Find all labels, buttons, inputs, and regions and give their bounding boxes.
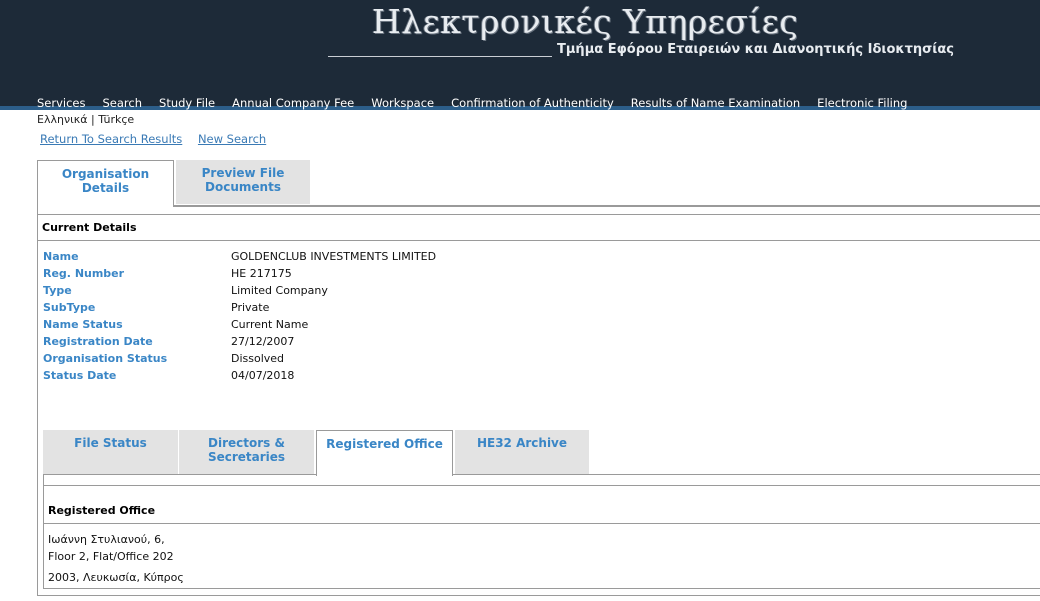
registered-office-title: Registered Office xyxy=(48,504,156,517)
tab-he32-label: HE32 Archive xyxy=(476,436,568,450)
tab-preview-file-documents[interactable]: Preview File Documents xyxy=(176,160,310,204)
value-organisation-status: Dissolved xyxy=(231,352,285,365)
tab-directors-label: Directors & Secretaries xyxy=(207,436,286,464)
value-name-status: Current Name xyxy=(231,318,309,331)
value-subtype: Private xyxy=(231,301,270,314)
tab-organisation-details-label: Organisation Details xyxy=(61,167,150,195)
return-to-search-link[interactable]: Return To Search Results xyxy=(40,132,182,146)
nav-name-results[interactable]: Results of Name Examination xyxy=(631,96,800,110)
site-title: Ηλεκτρονικές Υπηρεσίες xyxy=(372,2,799,41)
site-subtitle: Τμήμα Εφόρου Εταιρειών και Διανοητικής Ι… xyxy=(557,42,955,57)
label-subtype: SubType xyxy=(43,301,96,314)
value-reg-number: HE 217175 xyxy=(231,267,292,280)
office-top-rule xyxy=(43,485,1040,486)
current-details-rule xyxy=(37,240,1040,241)
tab-file-status-label: File Status xyxy=(74,436,147,450)
tab-he32-archive[interactable]: HE32 Archive xyxy=(455,430,589,474)
value-status-date: 04/07/2018 xyxy=(231,369,295,382)
nav-search[interactable]: Search xyxy=(103,96,143,110)
subtab-baseline-right xyxy=(452,474,1040,475)
site-header: Ηλεκτρονικές Υπηρεσίες Τμήμα Εφόρου Εται… xyxy=(0,0,1040,110)
label-status-date: Status Date xyxy=(43,369,117,382)
main-nav: Services Search Study File Annual Company F… xyxy=(37,96,924,110)
address-line-1: Ιωάννη Στυλιανού, 6, xyxy=(48,533,165,546)
tab-preview-label-2: Documents xyxy=(205,180,281,194)
nav-confirmation[interactable]: Confirmation of Authenticity xyxy=(451,96,614,110)
label-name: Name xyxy=(43,250,79,263)
nav-workspace[interactable]: Workspace xyxy=(371,96,434,110)
subtab-baseline-left xyxy=(43,474,316,475)
label-registration-date: Registration Date xyxy=(43,335,153,348)
office-title-rule xyxy=(43,523,1040,524)
nav-services[interactable]: Services xyxy=(37,96,86,110)
lang-greek[interactable]: Ελληνικά xyxy=(37,113,88,126)
tab-registered-office[interactable]: Registered Office xyxy=(316,430,453,476)
nav-annual-fee[interactable]: Annual Company Fee xyxy=(232,96,354,110)
details-top-rule xyxy=(37,214,1040,215)
language-switcher: Ελληνικά | Türkçe xyxy=(37,113,134,126)
label-name-status: Name Status xyxy=(43,318,123,331)
header-divider xyxy=(328,56,552,57)
lang-separator: | xyxy=(91,113,95,126)
tab-organisation-details[interactable]: Organisation Details xyxy=(37,160,174,207)
value-registration-date: 27/12/2007 xyxy=(231,335,295,348)
address-line-3: 2003, Λευκωσία, Κύπρος xyxy=(48,571,184,584)
value-name: GOLDENCLUB INVESTMENTS LIMITED xyxy=(231,250,437,263)
current-details-title: Current Details xyxy=(42,221,137,234)
address-line-2: Floor 2, Flat/Office 202 xyxy=(48,550,174,563)
nav-study-file[interactable]: Study File xyxy=(159,96,215,110)
lang-turkish[interactable]: Türkçe xyxy=(98,113,134,126)
tab-preview-label-1: Preview File xyxy=(201,166,285,180)
label-organisation-status: Organisation Status xyxy=(43,352,168,365)
label-type: Type xyxy=(43,284,72,297)
value-type: Limited Company xyxy=(231,284,328,297)
nav-electronic-filing[interactable]: Electronic Filing xyxy=(817,96,907,110)
tab-registered-office-label: Registered Office xyxy=(326,437,443,451)
new-search-link[interactable]: New Search xyxy=(198,132,266,146)
registered-office-panel xyxy=(43,474,1040,589)
tab-baseline xyxy=(173,205,1040,206)
label-reg-number: Reg. Number xyxy=(43,267,125,280)
result-links: Return To Search Results New Search xyxy=(40,132,278,146)
tab-file-status[interactable]: File Status xyxy=(43,430,178,474)
tab-directors-secretaries[interactable]: Directors & Secretaries xyxy=(179,430,314,474)
